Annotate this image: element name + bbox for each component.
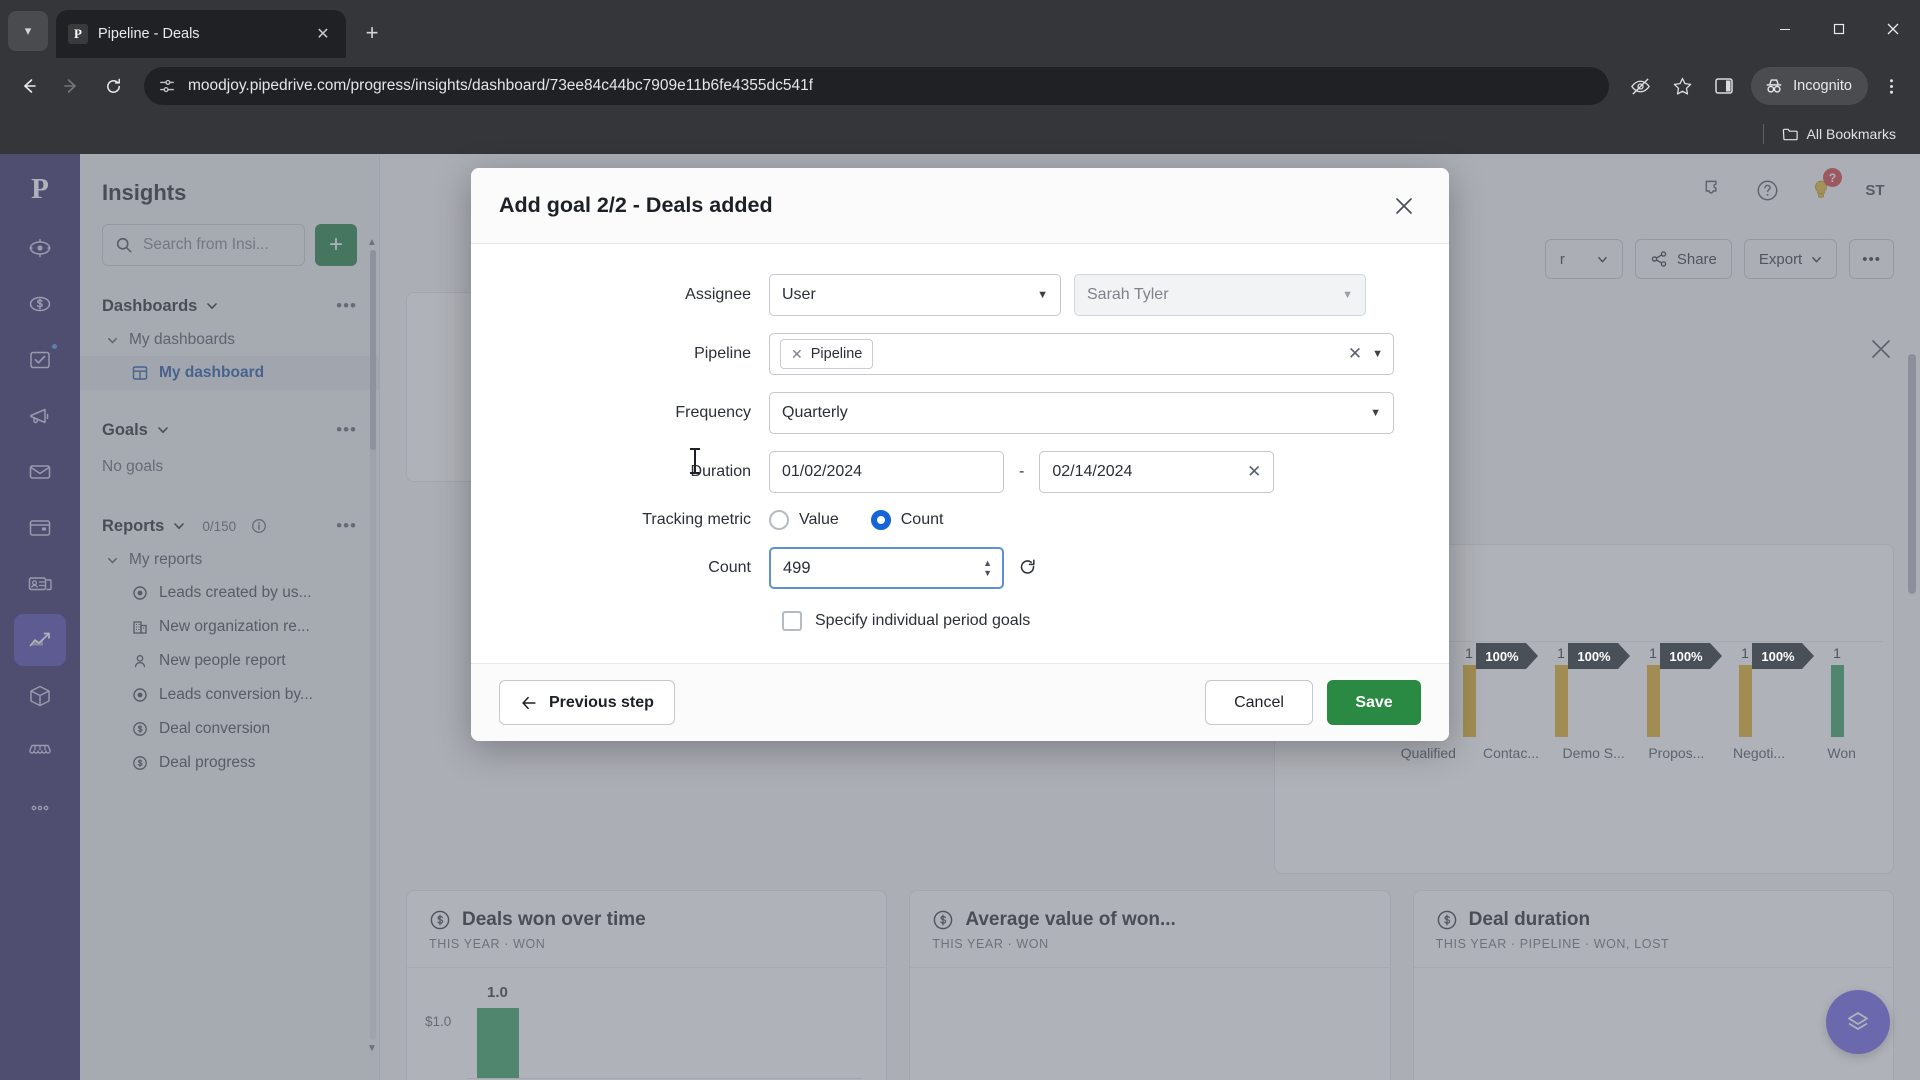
duration-start-value: 01/02/2024	[782, 463, 863, 480]
dialog-body: Assignee User ▼ Sarah Tyler ▼ Pipeline ✕…	[471, 244, 1449, 663]
all-bookmarks-button[interactable]: All Bookmarks	[1774, 122, 1904, 147]
browser-toolbar: moodjoy.pipedrive.com/progress/insights/…	[0, 58, 1920, 114]
funnel-conversion-chip: 100%	[1660, 643, 1722, 669]
incognito-label: Incognito	[1793, 78, 1852, 94]
duration-row: Duration 01/02/2024 - 02/14/2024 ✕	[499, 451, 1421, 493]
address-bar[interactable]: moodjoy.pipedrive.com/progress/insights/…	[144, 67, 1610, 105]
previous-step-button[interactable]: Previous step	[499, 680, 675, 725]
dialog-title: Add goal 2/2 - Deals added	[499, 193, 773, 217]
count-input[interactable]: ▲ ▼	[769, 547, 1004, 589]
browser-tab[interactable]: P Pipeline - Deals ✕	[56, 10, 346, 58]
folder-icon	[1782, 128, 1798, 140]
assignee-type-select[interactable]: User ▼	[769, 274, 1061, 316]
assignee-user-select[interactable]: Sarah Tyler ▼	[1074, 274, 1366, 316]
count-row: Count ▲ ▼	[499, 547, 1421, 589]
specify-periods-label[interactable]: Specify individual period goals	[815, 612, 1030, 630]
previous-step-label: Previous step	[549, 693, 654, 711]
tab-close-icon[interactable]: ✕	[312, 23, 334, 45]
stepper-down-icon[interactable]: ▼	[983, 568, 992, 578]
duration-start-input[interactable]: 01/02/2024	[769, 451, 1004, 493]
incognito-indicator[interactable]: Incognito	[1751, 67, 1868, 105]
new-tab-button[interactable]: +	[354, 15, 390, 51]
quantity-stepper[interactable]: ▲ ▼	[983, 558, 992, 578]
radio-value-label[interactable]: Value	[799, 511, 839, 529]
chevron-down-icon: ▼	[1370, 407, 1381, 419]
forward-icon[interactable]	[52, 67, 90, 105]
pipeline-clear-icon[interactable]: ✕	[1348, 344, 1362, 364]
dialog-footer: Previous step Cancel Save	[471, 663, 1449, 741]
back-icon[interactable]	[10, 67, 48, 105]
window-close-button[interactable]	[1866, 0, 1920, 58]
frequency-value: Quarterly	[782, 404, 848, 421]
site-settings-icon[interactable]	[158, 77, 176, 95]
chip-remove-icon[interactable]: ✕	[791, 346, 803, 363]
arrow-left-icon	[522, 696, 536, 709]
tracking-metric-label: Tracking metric	[642, 511, 751, 528]
assignee-type-value: User	[782, 286, 816, 303]
tracking-metric-options: Value Count	[769, 510, 965, 530]
pipeline-multiselect[interactable]: ✕ Pipeline ✕ ▼	[769, 333, 1394, 375]
dialog-header: Add goal 2/2 - Deals added	[471, 168, 1449, 244]
add-goal-dialog: Add goal 2/2 - Deals added Assignee User…	[471, 168, 1449, 741]
duration-clear-icon[interactable]: ✕	[1247, 462, 1261, 482]
window-maximize-button[interactable]	[1812, 0, 1866, 58]
cancel-button[interactable]: Cancel	[1205, 680, 1313, 725]
count-label: Count	[708, 559, 751, 576]
pipeline-chip-label: Pipeline	[810, 346, 863, 362]
tab-favicon: P	[68, 24, 88, 44]
save-button[interactable]: Save	[1327, 680, 1421, 725]
tab-strip: ▾ P Pipeline - Deals ✕ +	[0, 0, 1920, 58]
radio-count[interactable]	[870, 510, 891, 530]
radio-count-label[interactable]: Count	[901, 511, 944, 529]
bookmarks-bar: All Bookmarks	[0, 114, 1920, 154]
reset-icon[interactable]	[1017, 558, 1037, 578]
frequency-row: Frequency Quarterly ▼	[499, 392, 1421, 434]
browser-menu-icon[interactable]	[1872, 67, 1910, 105]
tracking-metric-row: Tracking metric Value Count	[499, 510, 1421, 530]
window-controls	[1758, 0, 1920, 58]
frequency-label: Frequency	[675, 404, 751, 421]
stepper-up-icon[interactable]: ▲	[983, 558, 992, 568]
incognito-icon	[1766, 79, 1782, 93]
chevron-down-icon[interactable]: ▼	[1370, 348, 1383, 360]
assignee-label: Assignee	[685, 286, 751, 303]
text-cursor	[690, 448, 700, 474]
frequency-select[interactable]: Quarterly ▼	[769, 392, 1394, 434]
specify-periods-checkbox[interactable]	[782, 611, 802, 631]
pipeline-chip[interactable]: ✕ Pipeline	[780, 339, 874, 369]
funnel-conversion-chip: 100%	[1476, 643, 1538, 669]
dialog-close-icon[interactable]	[1387, 189, 1421, 223]
radio-value[interactable]	[769, 510, 789, 530]
tab-search-button[interactable]: ▾	[8, 11, 48, 51]
duration-end-value: 02/14/2024	[1052, 463, 1133, 480]
hide-password-icon[interactable]	[1621, 67, 1659, 105]
funnel-conversion-chip: 100%	[1568, 643, 1630, 669]
side-panel-icon[interactable]	[1705, 67, 1743, 105]
duration-separator: -	[1019, 463, 1025, 480]
count-field[interactable]	[783, 558, 984, 578]
window-minimize-button[interactable]	[1758, 0, 1812, 58]
duration-end-input[interactable]: 02/14/2024 ✕	[1039, 451, 1275, 493]
assignee-row: Assignee User ▼ Sarah Tyler ▼	[499, 274, 1421, 316]
specify-periods-row: Specify individual period goals	[782, 611, 1421, 631]
reload-icon[interactable]	[94, 67, 132, 105]
browser-window: ▾ P Pipeline - Deals ✕ + moodjoy.pipedri…	[0, 0, 1920, 1080]
chevron-down-icon: ▼	[1037, 289, 1048, 301]
pipeline-row: Pipeline ✕ Pipeline ✕ ▼	[499, 333, 1421, 375]
chevron-down-icon: ▼	[1342, 289, 1353, 301]
url-text: moodjoy.pipedrive.com/progress/insights/…	[188, 77, 814, 94]
tab-title: Pipeline - Deals	[98, 26, 200, 42]
funnel-conversion-chip: 100%	[1752, 643, 1814, 669]
duration-label: Duration	[690, 463, 751, 480]
assignee-user-value: Sarah Tyler	[1087, 286, 1169, 303]
all-bookmarks-label: All Bookmarks	[1806, 126, 1896, 142]
bookmarks-divider	[1762, 124, 1764, 144]
pipeline-label: Pipeline	[694, 345, 751, 362]
bookmark-star-icon[interactable]	[1663, 67, 1701, 105]
